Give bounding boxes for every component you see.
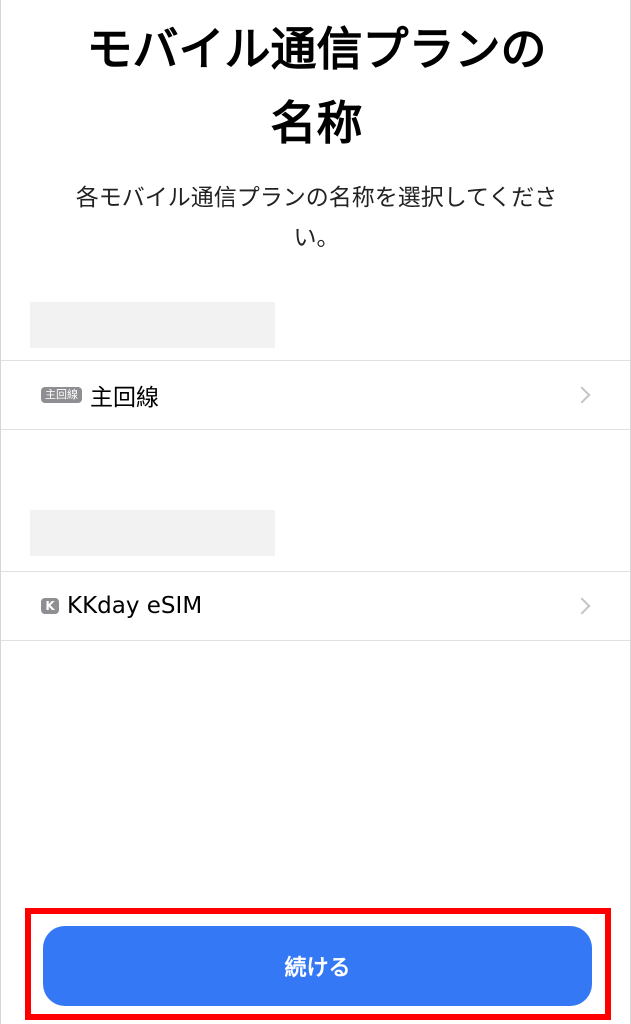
plan-row-esim[interactable]: K KKday eSIM: [1, 571, 630, 641]
section-header-placeholder: [30, 302, 275, 348]
page-subtitle-line-2: い。: [293, 225, 340, 251]
page-subtitle-line-1: 各モバイル通信プランの名称を選択してくださ: [75, 185, 558, 211]
screen: モバイル通信プランの 名称 各モバイル通信プランの名称を選択してくださ い。 主…: [0, 0, 631, 1024]
page-title-line-2: 名称: [270, 96, 363, 150]
page-title: モバイル通信プランの 名称: [1, 12, 631, 160]
page-subtitle: 各モバイル通信プランの名称を選択してくださ い。: [41, 178, 592, 258]
plan-badge-esim: K: [41, 598, 59, 614]
plan-badge-primary: 主回線: [41, 387, 82, 403]
chevron-right-icon: [573, 597, 591, 615]
chevron-right-icon: [573, 386, 591, 404]
page-title-line-1: モバイル通信プランの: [86, 22, 547, 76]
plan-label-esim: KKday eSIM: [67, 593, 203, 619]
plan-row-primary[interactable]: 主回線 主回線: [1, 360, 630, 430]
continue-button[interactable]: 続ける: [43, 926, 592, 1006]
plan-label-primary: 主回線: [90, 385, 159, 411]
section-header-placeholder: [30, 510, 275, 556]
